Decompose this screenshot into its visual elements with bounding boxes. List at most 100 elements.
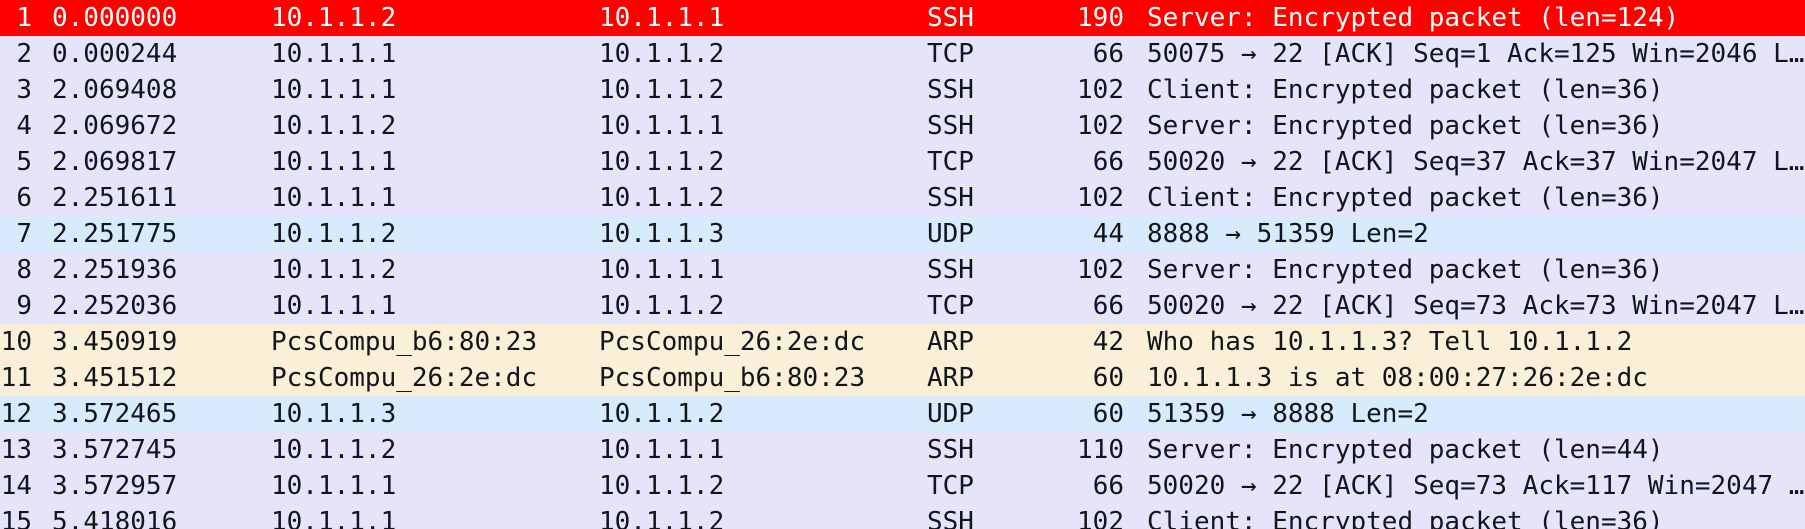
packet-info: 10.1.1.3 is at 08:00:27:26:2e:dc (1147, 363, 1648, 393)
packet-destination: 10.1.1.2 (599, 471, 725, 501)
packet-row[interactable]: 4 2.069672 10.1.1.2 10.1.1.1 SSH 102 Ser… (0, 108, 1805, 144)
packet-source: 10.1.1.1 (271, 39, 397, 69)
packet-info: Client: Encrypted packet (len=36) (1147, 75, 1664, 105)
packet-destination: PcsCompu_b6:80:23 (599, 363, 866, 393)
packet-source: 10.1.1.1 (271, 147, 397, 177)
packet-info: 51359 → 8888 Len=2 (1147, 399, 1429, 429)
packet-time: 2.252036 (52, 291, 178, 321)
packet-protocol: SSH (927, 255, 974, 285)
packet-info: Client: Encrypted packet (len=36) (1147, 507, 1664, 529)
packet-protocol: ARP (927, 327, 974, 357)
packet-info: 8888 → 51359 Len=2 (1147, 219, 1429, 249)
packet-length: 102 (1077, 507, 1124, 529)
packet-list[interactable]: 1 0.000000 10.1.1.2 10.1.1.1 SSH 190 Ser… (0, 0, 1805, 529)
packet-protocol: TCP (927, 147, 974, 177)
packet-number: 2 (16, 39, 32, 69)
packet-info: Server: Encrypted packet (len=36) (1147, 255, 1664, 285)
packet-number: 12 (0, 399, 32, 429)
packet-source: 10.1.1.2 (271, 219, 397, 249)
packet-time: 3.572465 (52, 399, 178, 429)
packet-row-selected[interactable]: 1 0.000000 10.1.1.2 10.1.1.1 SSH 190 Ser… (0, 0, 1805, 36)
packet-time: 3.572957 (52, 471, 178, 501)
packet-number: 15 (0, 507, 32, 529)
packet-info: Who has 10.1.1.3? Tell 10.1.1.2 (1147, 327, 1633, 357)
packet-time: 2.251775 (52, 219, 178, 249)
packet-row[interactable]: 9 2.252036 10.1.1.1 10.1.1.2 TCP 66 5002… (0, 288, 1805, 324)
packet-protocol: SSH (927, 111, 974, 141)
packet-source: 10.1.1.2 (271, 111, 397, 141)
packet-length: 42 (1092, 327, 1124, 357)
packet-time: 5.418016 (52, 507, 178, 529)
packet-protocol: SSH (927, 3, 974, 33)
packet-destination: 10.1.1.2 (599, 183, 725, 213)
packet-info: 50075 → 22 [ACK] Seq=1 Ack=125 Win=2046 … (1147, 39, 1805, 69)
packet-number: 10 (0, 327, 32, 357)
packet-destination: 10.1.1.2 (599, 399, 725, 429)
packet-protocol: SSH (927, 435, 974, 465)
packet-row[interactable]: 6 2.251611 10.1.1.1 10.1.1.2 SSH 102 Cli… (0, 180, 1805, 216)
packet-row[interactable]: 11 3.451512 PcsCompu_26:2e:dc PcsCompu_b… (0, 360, 1805, 396)
packet-length: 110 (1077, 435, 1124, 465)
packet-protocol: TCP (927, 39, 974, 69)
packet-length: 66 (1092, 471, 1124, 501)
packet-number: 9 (16, 291, 32, 321)
packet-info: Server: Encrypted packet (len=44) (1147, 435, 1664, 465)
packet-time: 2.069408 (52, 75, 178, 105)
packet-length: 60 (1092, 363, 1124, 393)
packet-source: PcsCompu_26:2e:dc (271, 363, 538, 393)
packet-destination: 10.1.1.2 (599, 39, 725, 69)
packet-length: 102 (1077, 255, 1124, 285)
packet-protocol: TCP (927, 291, 974, 321)
packet-number: 14 (0, 471, 32, 501)
packet-row[interactable]: 2 0.000244 10.1.1.1 10.1.1.2 TCP 66 5007… (0, 36, 1805, 72)
packet-destination: 10.1.1.1 (599, 111, 725, 141)
packet-source: 10.1.1.2 (271, 3, 397, 33)
packet-length: 190 (1077, 3, 1124, 33)
packet-protocol: ARP (927, 363, 974, 393)
packet-destination: PcsCompu_26:2e:dc (599, 327, 866, 357)
packet-source: 10.1.1.1 (271, 183, 397, 213)
packet-time: 0.000000 (52, 3, 178, 33)
packet-row[interactable]: 5 2.069817 10.1.1.1 10.1.1.2 TCP 66 5002… (0, 144, 1805, 180)
packet-protocol: SSH (927, 507, 974, 529)
packet-number: 7 (16, 219, 32, 249)
packet-number: 8 (16, 255, 32, 285)
packet-number: 4 (16, 111, 32, 141)
packet-row[interactable]: 13 3.572745 10.1.1.2 10.1.1.1 SSH 110 Se… (0, 432, 1805, 468)
packet-time: 0.000244 (52, 39, 178, 69)
packet-source: 10.1.1.1 (271, 507, 397, 529)
packet-number: 6 (16, 183, 32, 213)
packet-row[interactable]: 10 3.450919 PcsCompu_b6:80:23 PcsCompu_2… (0, 324, 1805, 360)
packet-length: 44 (1092, 219, 1124, 249)
packet-source: 10.1.1.1 (271, 291, 397, 321)
packet-protocol: UDP (927, 219, 974, 249)
packet-length: 102 (1077, 111, 1124, 141)
packet-info: Server: Encrypted packet (len=36) (1147, 111, 1664, 141)
packet-destination: 10.1.1.2 (599, 507, 725, 529)
packet-time: 2.069672 (52, 111, 178, 141)
packet-length: 102 (1077, 75, 1124, 105)
packet-row[interactable]: 7 2.251775 10.1.1.2 10.1.1.3 UDP 44 8888… (0, 216, 1805, 252)
packet-number: 3 (16, 75, 32, 105)
packet-row[interactable]: 8 2.251936 10.1.1.2 10.1.1.1 SSH 102 Ser… (0, 252, 1805, 288)
packet-info: 50020 → 22 [ACK] Seq=73 Ack=73 Win=2047 … (1147, 291, 1805, 321)
packet-protocol: UDP (927, 399, 974, 429)
packet-info: 50020 → 22 [ACK] Seq=73 Ack=117 Win=2047… (1147, 471, 1805, 501)
packet-row[interactable]: 15 5.418016 10.1.1.1 10.1.1.2 SSH 102 Cl… (0, 504, 1805, 529)
packet-info: Server: Encrypted packet (len=124) (1147, 3, 1680, 33)
packet-length: 66 (1092, 291, 1124, 321)
packet-row[interactable]: 3 2.069408 10.1.1.1 10.1.1.2 SSH 102 Cli… (0, 72, 1805, 108)
packet-info: 50020 → 22 [ACK] Seq=37 Ack=37 Win=2047 … (1147, 147, 1805, 177)
packet-info: Client: Encrypted packet (len=36) (1147, 183, 1664, 213)
packet-destination: 10.1.1.1 (599, 3, 725, 33)
packet-row[interactable]: 14 3.572957 10.1.1.1 10.1.1.2 TCP 66 500… (0, 468, 1805, 504)
packet-destination: 10.1.1.3 (599, 219, 725, 249)
packet-destination: 10.1.1.2 (599, 291, 725, 321)
packet-number: 5 (16, 147, 32, 177)
packet-destination: 10.1.1.1 (599, 435, 725, 465)
packet-row[interactable]: 12 3.572465 10.1.1.3 10.1.1.2 UDP 60 513… (0, 396, 1805, 432)
packet-source: 10.1.1.3 (271, 399, 397, 429)
packet-source: 10.1.1.2 (271, 255, 397, 285)
packet-time: 3.451512 (52, 363, 178, 393)
packet-length: 102 (1077, 183, 1124, 213)
